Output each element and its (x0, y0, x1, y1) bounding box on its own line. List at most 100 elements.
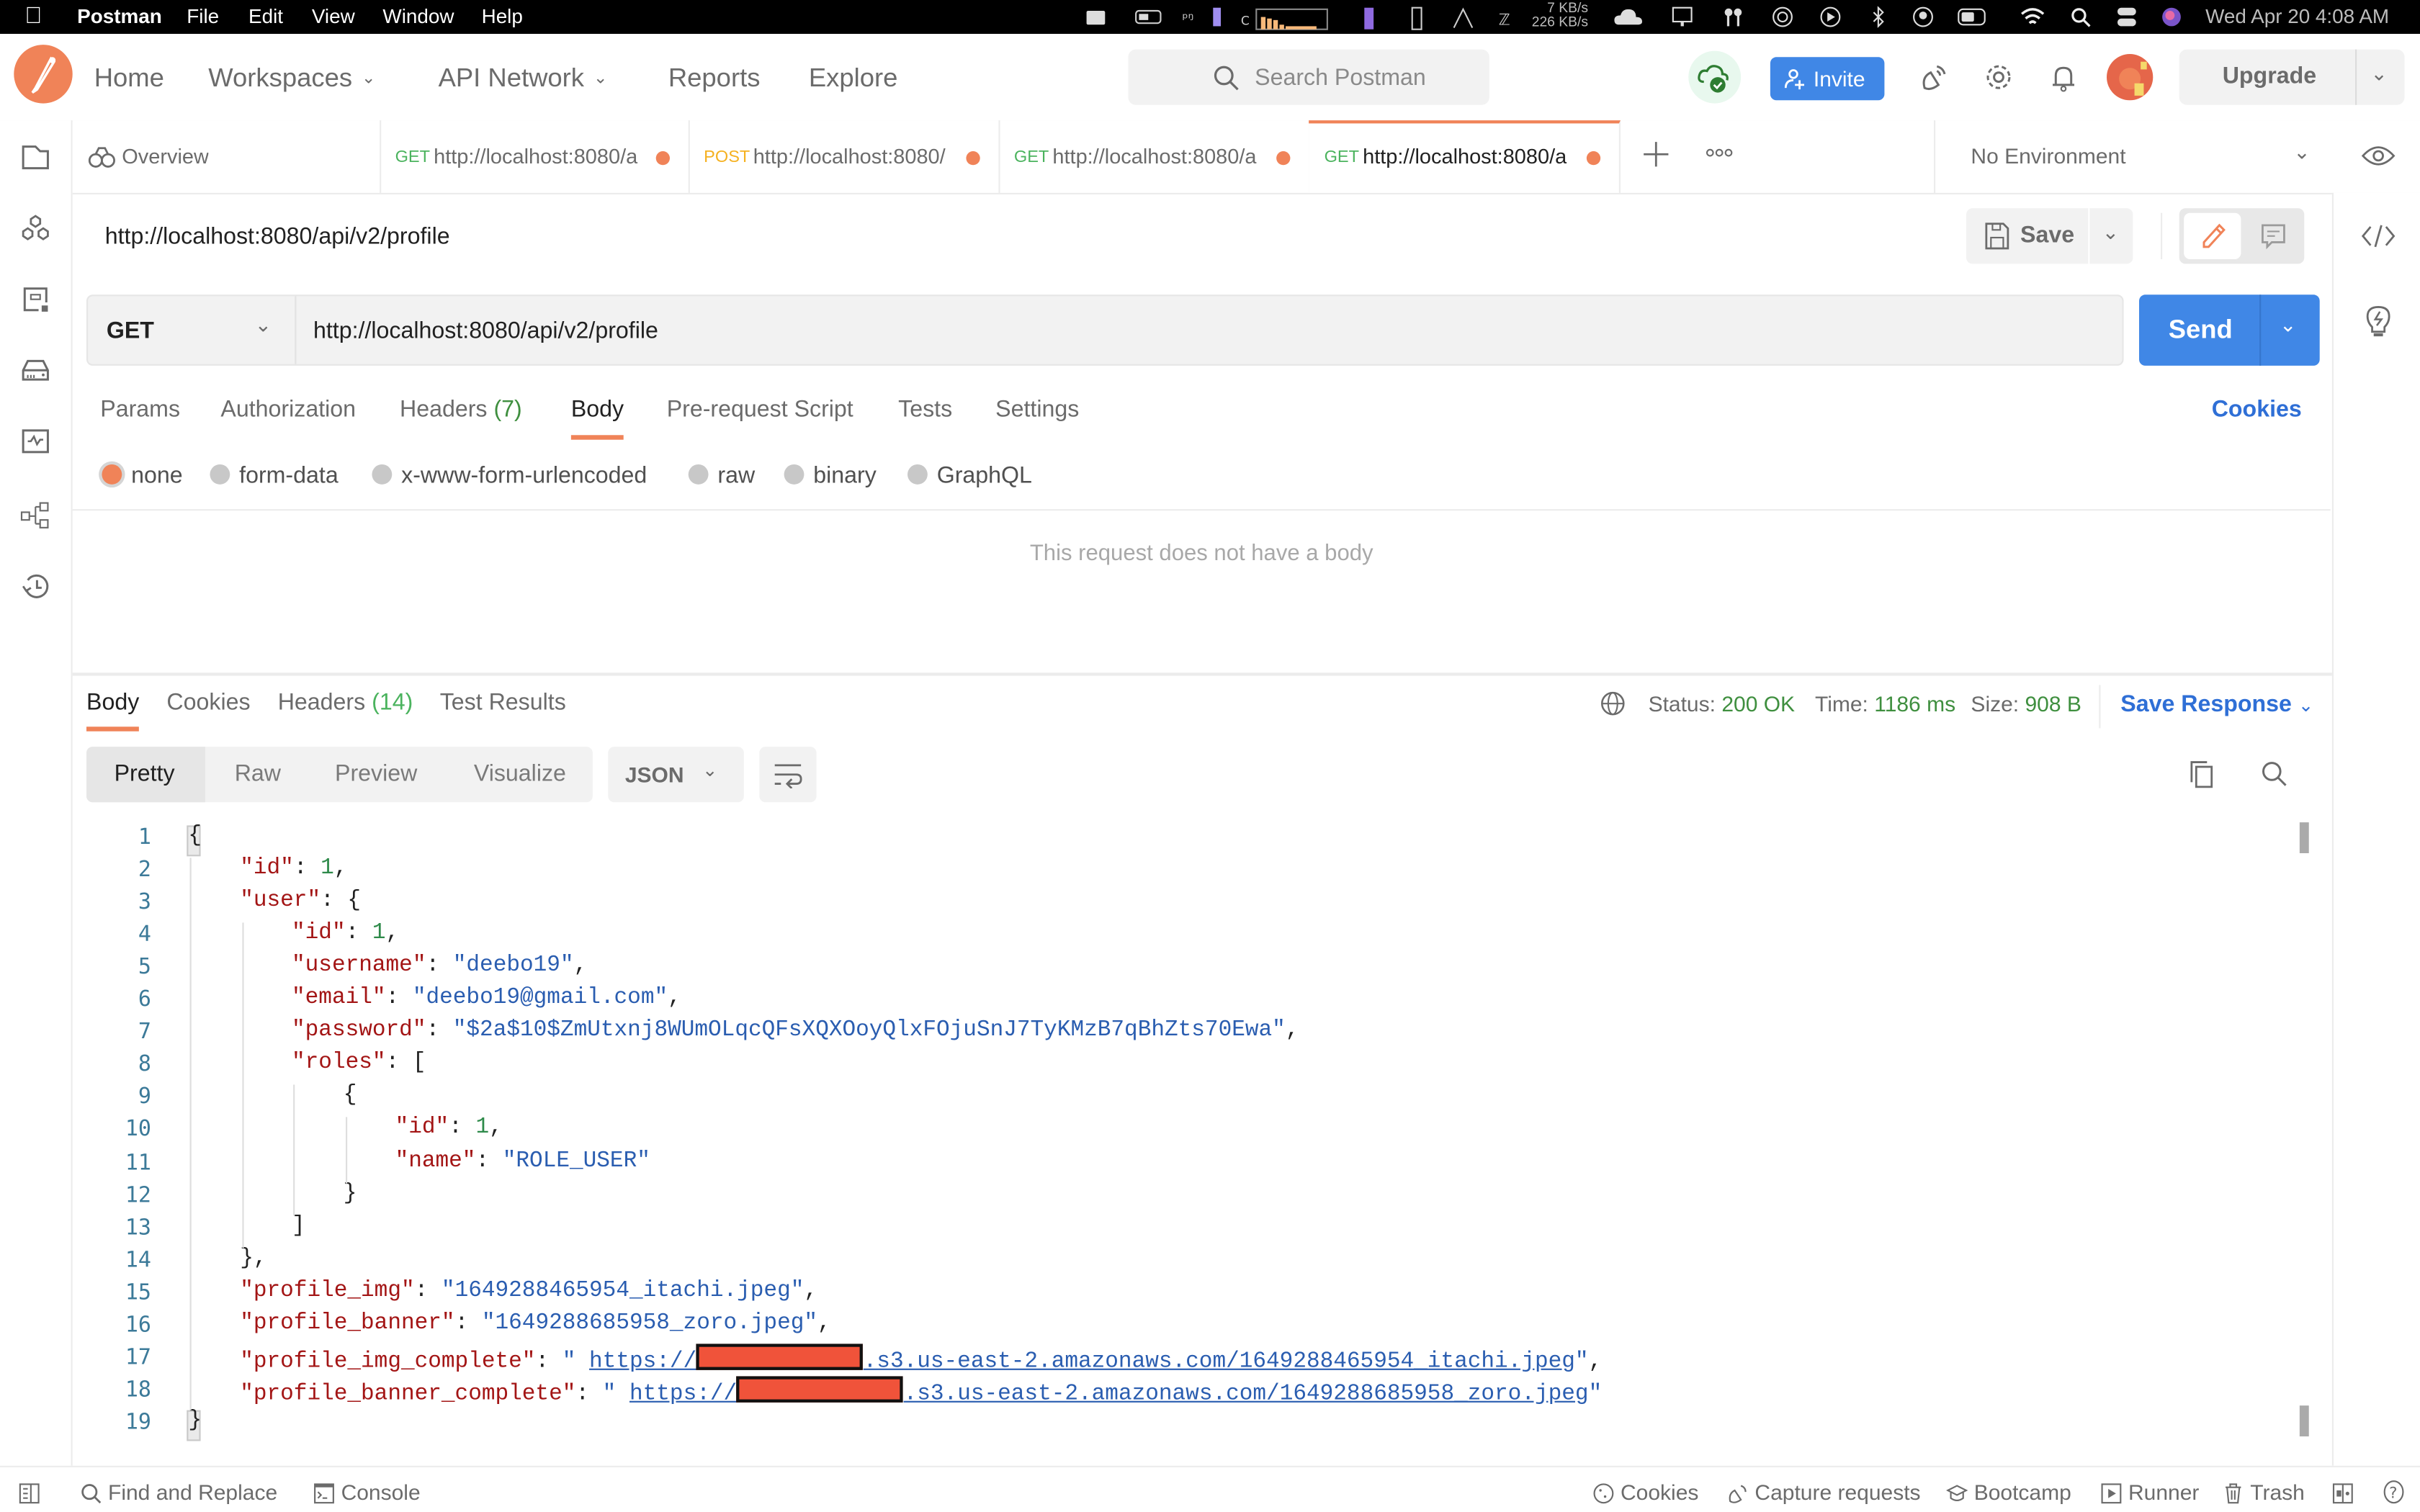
upgrade-button[interactable]: Upgrade (2223, 63, 2316, 89)
format-visualize[interactable]: Visualize (474, 760, 566, 786)
tab-tests[interactable]: Tests (898, 397, 952, 423)
format-preview[interactable]: Preview (335, 760, 417, 786)
capture-requests-button[interactable]: Capture requests (1727, 1480, 1921, 1504)
postman-logo-icon[interactable] (14, 45, 73, 104)
request-title[interactable]: http://localhost:8080/api/v2/profile (105, 224, 450, 250)
menu-clock[interactable]: Wed Apr 20 4:08 AM (2205, 4, 2389, 27)
response-tab-test-results[interactable]: Test Results (440, 690, 566, 716)
json-link[interactable]: .s3.us-east-2.amazonaws.com/164928846595… (864, 1350, 1575, 1374)
nav-workspaces[interactable]: Workspaces ⌄ (208, 63, 375, 94)
apis-icon[interactable] (20, 213, 51, 244)
json-link[interactable]: https:// (629, 1382, 737, 1407)
radio-body-urlencoded[interactable]: x-www-form-urlencoded (372, 463, 647, 489)
response-tab-body[interactable]: Body (86, 690, 139, 716)
code-snippet-icon[interactable] (2361, 222, 2396, 251)
wifi-icon[interactable] (2020, 6, 2045, 28)
user-switch-icon[interactable] (1912, 6, 1934, 28)
tab-headers[interactable]: Headers (7) (400, 397, 522, 423)
console-button[interactable]: Console (313, 1480, 421, 1504)
upgrade-dropdown-chevron-icon[interactable]: ⌄ (2370, 62, 2387, 86)
tab-request-3[interactable]: GET http://localhost:8080/a (998, 120, 1311, 193)
now-playing-icon[interactable] (1819, 6, 1841, 28)
response-time[interactable]: Time: 1186 ms (1815, 691, 1955, 716)
settings-gear-icon[interactable] (1984, 62, 2015, 93)
environment-dropdown[interactable]: No Environment ⌄ (1935, 120, 2334, 193)
menu-extra-icon[interactable] (1085, 6, 1106, 28)
json-link[interactable]: .s3.us-east-2.amazonaws.com/164928868595… (904, 1382, 1589, 1407)
bootcamp-button[interactable]: Bootcamp (1946, 1480, 2071, 1504)
url-input[interactable]: http://localhost:8080/api/v2/profile (296, 296, 2118, 364)
nav-reports[interactable]: Reports (668, 63, 761, 94)
wrap-lines-button[interactable] (759, 747, 817, 803)
trash-button[interactable]: Trash (2223, 1480, 2305, 1504)
help-icon[interactable]: ? (2383, 1480, 2411, 1504)
edit-mode-button[interactable] (2184, 212, 2241, 259)
more-tabs-ellipsis-icon[interactable] (1706, 145, 1734, 160)
collections-icon[interactable] (20, 142, 51, 173)
battery-icon[interactable] (1957, 6, 1991, 28)
tab-overview[interactable]: Overview (73, 120, 382, 193)
radio-body-binary[interactable]: binary (784, 463, 877, 489)
istat-icon[interactable] (1451, 6, 1474, 29)
airpods-icon[interactable] (1722, 6, 1744, 28)
battery-small-icon[interactable] (1134, 6, 1165, 28)
spotlight-search-icon[interactable] (2070, 6, 2092, 28)
save-dropdown-chevron-icon[interactable]: ⌄ (2102, 220, 2119, 245)
scrollbar-thumb-top[interactable] (2299, 822, 2309, 853)
format-raw[interactable]: Raw (235, 760, 281, 786)
tab-request-4-active[interactable]: GET http://localhost:8080/a (1309, 120, 1621, 193)
nav-explore[interactable]: Explore (809, 63, 898, 94)
save-button[interactable]: Save (1966, 208, 2087, 264)
flows-icon[interactable] (20, 500, 51, 531)
tab-authorization[interactable]: Authorization (220, 397, 356, 423)
radio-body-raw[interactable]: raw (688, 463, 755, 489)
send-dropdown-chevron-icon[interactable]: ⌄ (2280, 313, 2296, 338)
radio-body-form-data[interactable]: form-data (210, 463, 339, 489)
menu-view[interactable]: View (312, 4, 355, 27)
response-scrollbar[interactable] (2297, 822, 2311, 1439)
sync-status-button[interactable] (1688, 50, 1742, 104)
tab-params[interactable]: Params (100, 397, 180, 423)
tab-body[interactable]: Body (571, 397, 624, 423)
runner-button[interactable]: Runner (2100, 1480, 2199, 1504)
scrollbar-thumb-bottom[interactable] (2299, 1405, 2309, 1436)
history-icon[interactable] (20, 571, 51, 602)
language-select[interactable]: JSON ⌄ (608, 747, 744, 803)
send-button[interactable]: Send (2139, 294, 2259, 366)
menu-help[interactable]: Help (482, 4, 523, 27)
display-icon[interactable] (1672, 6, 1693, 28)
two-pane-view-icon[interactable] (2332, 1480, 2360, 1504)
response-tab-headers[interactable]: Headers (14) (278, 690, 413, 716)
monitors-icon[interactable] (20, 426, 51, 456)
menu-file[interactable]: File (187, 4, 219, 27)
environments-icon[interactable] (20, 284, 51, 315)
search-input[interactable]: Search Postman (1128, 49, 1489, 105)
response-status[interactable]: Status: 200 OK (1649, 691, 1796, 716)
menu-window[interactable]: Window (382, 4, 454, 27)
json-link[interactable]: https:// (589, 1350, 696, 1374)
capture-requests-icon[interactable] (1919, 62, 1950, 93)
radio-body-none[interactable]: none (102, 463, 183, 489)
copy-response-icon[interactable] (2189, 760, 2217, 788)
nav-api-network[interactable]: API Network ⌄ (439, 63, 608, 94)
nav-home[interactable]: Home (94, 63, 164, 94)
environment-quick-look-eye-icon[interactable] (2361, 142, 2396, 170)
response-body-viewer[interactable]: 1{2 "id": 1, 3 "user": {4 "id": 1, 5 "username… (86, 822, 2293, 1455)
new-tab-plus-icon[interactable] (1642, 140, 1670, 168)
menu-app-name[interactable]: Postman (77, 4, 162, 27)
comments-mode-button[interactable] (2247, 213, 2300, 259)
method-select[interactable]: GET ⌄ (88, 296, 297, 364)
tab-pre-request-script[interactable]: Pre-request Script (667, 397, 853, 423)
tab-request-1[interactable]: GET http://localhost:8080/a (380, 120, 690, 193)
lightbulb-info-icon[interactable] (2363, 304, 2394, 341)
cookies-link[interactable]: Cookies (2212, 397, 2302, 423)
notifications-bell-icon[interactable] (2048, 62, 2079, 93)
footer-cookies-button[interactable]: Cookies (1592, 1480, 1698, 1504)
menu-edit[interactable]: Edit (248, 4, 283, 27)
radio-body-graphql[interactable]: GraphQL (908, 463, 1032, 489)
request-response-splitter[interactable] (72, 672, 2332, 676)
network-globe-icon[interactable] (1600, 691, 1625, 716)
control-center-icon[interactable] (2116, 6, 2138, 28)
toggle-sidebar-icon[interactable] (19, 1480, 47, 1504)
tab-settings[interactable]: Settings (995, 397, 1079, 423)
